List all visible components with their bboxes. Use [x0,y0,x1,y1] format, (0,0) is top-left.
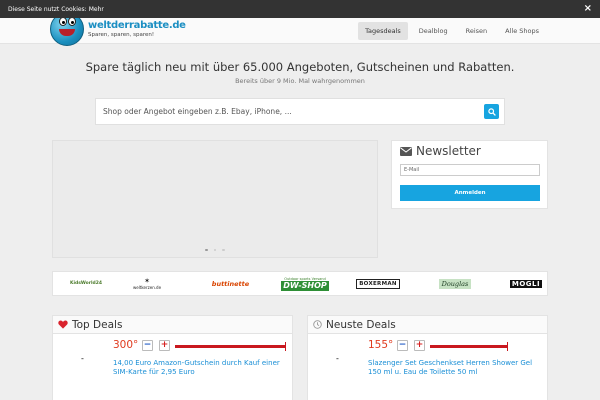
deal-title-link[interactable]: Slazenger Set Geschenkset Herren Shower … [368,359,543,377]
search-input[interactable] [96,99,476,124]
wolf-icon: ✶ [144,276,150,285]
deal-item[interactable]: - 300° − + 14,00 Euro Amazon-Gutschein d… [53,334,292,384]
main-nav: Tagesdeals Dealblog Reisen Alle Shops [358,22,546,40]
new-deals-title: Neuste Deals [326,318,396,331]
vote-up-button[interactable]: + [414,340,425,351]
deal-item[interactable]: - 155° − + Slazenger Set Geschenkset Her… [308,334,547,384]
cookie-more-link[interactable]: Mehr [89,6,104,13]
shop-logo-dw-shop[interactable]: Outdoor sports Versand DW-SHOP [281,272,329,295]
newsletter-title: Newsletter [416,144,481,158]
nav-item-dealblog[interactable]: Dealblog [412,22,455,40]
cookie-text: Diese Seite nutzt Cookies: [8,5,87,13]
navbar: weltderrabatte.de Sparen, sparen, sparen… [0,12,600,46]
vote-down-button[interactable]: − [397,340,408,351]
nav-item-reisen[interactable]: Reisen [459,22,495,40]
close-icon[interactable]: × [584,3,592,14]
deal-degree: 300° [113,339,139,351]
search-box [95,98,505,125]
page-headline: Spare täglich neu mit über 65.000 Angebo… [85,60,515,74]
vote-down-button[interactable]: − [142,340,153,351]
image-slider[interactable] [52,140,378,258]
deal-thumbnail: - [336,354,339,363]
search-button[interactable] [484,104,499,119]
heat-bar [175,345,285,348]
logo[interactable]: weltderrabatte.de Sparen, sparen, sparen… [50,12,186,46]
nav-item-alle-shops[interactable]: Alle Shops [498,22,546,40]
newsletter-email-field[interactable] [400,164,540,176]
slider-dot-3[interactable] [222,248,225,251]
shop-logos: KidsWorld24 ✶ weltkerzen.de buttinette O… [52,271,548,296]
logo-slogan: Sparen, sparen, sparen! [88,32,155,38]
slider-dot-2[interactable] [213,248,216,251]
shop-logo-kidsworld[interactable]: KidsWorld24 [61,272,111,295]
slider-dot-1[interactable] [205,248,208,251]
new-deals-panel: Neuste Deals - 155° − + Slazenger Set Ge… [307,315,548,400]
logo-name: weltderrabatte.de [88,20,186,31]
top-deals-title: Top Deals [72,318,123,331]
deal-thumbnail: - [81,354,84,363]
deal-title-link[interactable]: 14,00 Euro Amazon-Gutschein durch Kauf e… [113,359,288,377]
page-subline: Bereits über 9 Mio. Mal wahrgenommen [235,77,365,85]
heart-icon [58,320,68,329]
clock-icon [313,320,322,329]
shop-logo-weltkerzen[interactable]: ✶ weltkerzen.de [127,272,167,295]
envelope-icon [400,146,412,156]
search-icon [487,107,496,116]
slider-dots [205,248,225,251]
shop-logo-mogli[interactable]: MOGLI [509,272,543,295]
shop-logo-buttinette[interactable]: buttinette [208,272,253,295]
heat-bar-end [507,342,508,351]
nav-item-tagesdeals[interactable]: Tagesdeals [358,22,408,40]
vote-up-button[interactable]: + [159,340,170,351]
newsletter-subscribe-button[interactable]: Anmelden [400,185,540,201]
heat-bar-end [285,342,286,351]
shop-logo-boxerman[interactable]: BOXERMAN [356,272,400,295]
cookie-bar: Diese Seite nutzt Cookies: Mehr × [0,0,600,18]
heat-bar [430,345,507,348]
newsletter-box: Newsletter Anmelden [391,140,548,209]
top-deals-panel: Top Deals - 300° − + 14,00 Euro Amazon-G… [52,315,293,400]
shop-logo-douglas[interactable]: Douglas [436,272,474,295]
deal-degree: 155° [368,339,394,351]
